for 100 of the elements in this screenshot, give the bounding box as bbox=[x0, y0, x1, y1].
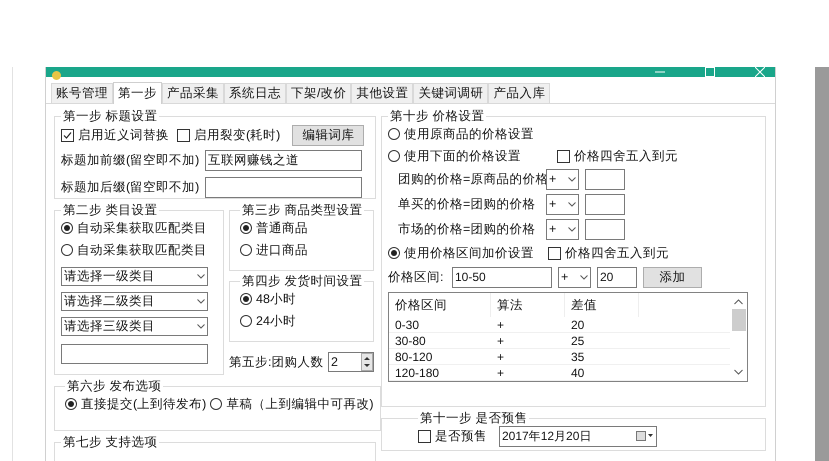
caret-icon bbox=[197, 324, 205, 329]
group-title: 第三步 商品类型设置 bbox=[241, 203, 364, 217]
dropdown[interactable]: 请选择三级类目 bbox=[61, 317, 208, 336]
checkbox-label: 启用裂变(耗时) bbox=[194, 126, 280, 144]
add-button[interactable]: 添加 bbox=[643, 266, 702, 288]
radio-button[interactable] bbox=[65, 398, 77, 410]
spinner-value: 2 bbox=[331, 354, 338, 371]
scroll-up-icon[interactable] bbox=[734, 299, 743, 305]
checkbox-label: 是否预售 bbox=[435, 428, 487, 445]
radio-label: 48小时 bbox=[256, 290, 296, 308]
table-cell-text: + bbox=[496, 349, 506, 364]
edit-library-button[interactable]: 编辑词库 bbox=[292, 124, 364, 146]
radio-label: 24小时 bbox=[256, 312, 296, 330]
table-cell-text: + bbox=[496, 333, 506, 348]
radio-button[interactable] bbox=[61, 244, 73, 256]
dropdown-value: + bbox=[549, 171, 556, 188]
maximize-icon[interactable] bbox=[705, 67, 715, 77]
radio-button[interactable] bbox=[240, 315, 252, 327]
input-field[interactable] bbox=[205, 177, 362, 198]
input-field[interactable]: 互联网赚钱之道 bbox=[205, 150, 362, 171]
checkbox-label: 启用近义词替换 bbox=[78, 126, 169, 144]
dropdown-value: 请选择二级类目 bbox=[64, 293, 155, 310]
formula-label: 单买的价格=团购的价格 bbox=[398, 196, 536, 214]
dropdown[interactable]: + bbox=[546, 219, 579, 240]
tab[interactable]: 产品采集 bbox=[162, 83, 224, 103]
table-cell-text: 20 bbox=[570, 317, 586, 332]
radio-button[interactable] bbox=[240, 244, 252, 256]
calendar-icon[interactable] bbox=[636, 431, 654, 441]
scrollbar-thumb[interactable] bbox=[732, 309, 746, 331]
table-cell-text: 30-80 bbox=[394, 333, 427, 348]
checkbox[interactable] bbox=[557, 150, 570, 162]
radio-label: 进口商品 bbox=[256, 242, 308, 259]
table-cell-text: + bbox=[496, 317, 506, 332]
app-icon bbox=[52, 71, 61, 80]
dropdown-value: + bbox=[549, 221, 556, 238]
radio-button[interactable] bbox=[388, 150, 400, 162]
date-value: 2017年12月20日 bbox=[502, 428, 592, 445]
caret-icon bbox=[580, 274, 588, 280]
tab[interactable]: 系统日志 bbox=[224, 83, 286, 103]
tab[interactable]: 其他设置 bbox=[351, 83, 414, 103]
column-header: 算法 bbox=[491, 293, 565, 317]
close-icon[interactable] bbox=[755, 67, 765, 77]
radio-button[interactable] bbox=[388, 247, 400, 259]
column-header: 差值 bbox=[565, 293, 639, 317]
dropdown-value: + bbox=[549, 196, 556, 214]
caret-icon bbox=[568, 202, 576, 207]
dropdown-value: + bbox=[561, 268, 568, 286]
formula-label: 团购的价格=原商品的价格 bbox=[398, 171, 546, 188]
table-cell-text: 80-120 bbox=[394, 349, 434, 364]
tab[interactable]: 下架/改价 bbox=[286, 83, 352, 103]
tab[interactable]: 产品入库 bbox=[488, 83, 550, 103]
table-cell-text: 120-180 bbox=[394, 365, 440, 380]
checkbox[interactable] bbox=[61, 128, 74, 142]
dropdown[interactable]: 请选择一级类目 bbox=[61, 267, 208, 286]
tab[interactable]: 账号管理 bbox=[51, 83, 113, 103]
checkbox[interactable] bbox=[548, 246, 561, 260]
field-label: 标题加前缀(留空即不加) bbox=[61, 152, 199, 170]
radio-label: 草稿（上到编辑中可再改) bbox=[226, 396, 374, 413]
checkbox[interactable] bbox=[418, 430, 431, 442]
table-cell-text: 40 bbox=[570, 365, 586, 380]
group-title: 第十步 价格设置 bbox=[389, 109, 486, 123]
radio-button[interactable] bbox=[61, 222, 73, 234]
number-spinner[interactable]: 2 bbox=[328, 352, 374, 372]
radio-button[interactable] bbox=[240, 222, 252, 234]
input-field[interactable] bbox=[61, 344, 208, 364]
dropdown[interactable]: + bbox=[546, 169, 579, 190]
radio-label: 使用价格区间加价设置 bbox=[404, 244, 534, 262]
dropdown[interactable]: 请选择二级类目 bbox=[61, 292, 208, 311]
spinner-arrows-icon[interactable] bbox=[361, 353, 373, 371]
input-field[interactable]: 10-50 bbox=[452, 266, 552, 288]
dropdown[interactable]: + bbox=[558, 266, 591, 288]
radio-button[interactable] bbox=[388, 128, 400, 140]
caret-icon bbox=[197, 299, 205, 304]
field-label: 价格区间: bbox=[388, 268, 444, 286]
formula-label: 市场的价格=团购的价格 bbox=[398, 221, 536, 238]
scroll-down-icon[interactable] bbox=[734, 369, 743, 375]
input-field[interactable]: 20 bbox=[597, 266, 637, 288]
field-label: 第五步:团购人数 bbox=[229, 354, 324, 371]
checkbox-label: 价格四舍五入到元 bbox=[565, 244, 669, 262]
table-cell-text: 35 bbox=[570, 349, 586, 364]
checkbox[interactable] bbox=[177, 128, 190, 142]
tab[interactable]: 第一步 bbox=[113, 82, 162, 104]
checkbox-label: 价格四舍五入到元 bbox=[574, 148, 678, 165]
radio-button[interactable] bbox=[240, 293, 252, 305]
caret-icon bbox=[568, 227, 576, 232]
group-title: 第四步 发货时间设置 bbox=[241, 274, 364, 288]
radio-label: 自动采集获取匹配类目 bbox=[77, 242, 207, 259]
dropdown[interactable]: + bbox=[546, 194, 579, 215]
group-title: 第一步 标题设置 bbox=[62, 109, 158, 123]
radio-label: 使用原商品的价格设置 bbox=[404, 126, 534, 143]
input-field[interactable] bbox=[585, 194, 625, 215]
date-picker[interactable]: 2017年12月20日 bbox=[499, 426, 657, 446]
tab[interactable]: 关键词调研 bbox=[413, 83, 488, 103]
input-field[interactable] bbox=[585, 219, 625, 240]
radio-label: 普通商品 bbox=[256, 220, 308, 237]
input-field[interactable] bbox=[585, 169, 625, 190]
radio-button[interactable] bbox=[210, 398, 222, 410]
group-title: 第七步 支持选项 bbox=[62, 435, 158, 449]
column-header: 价格区间 bbox=[389, 293, 491, 317]
caret-icon bbox=[197, 274, 205, 279]
